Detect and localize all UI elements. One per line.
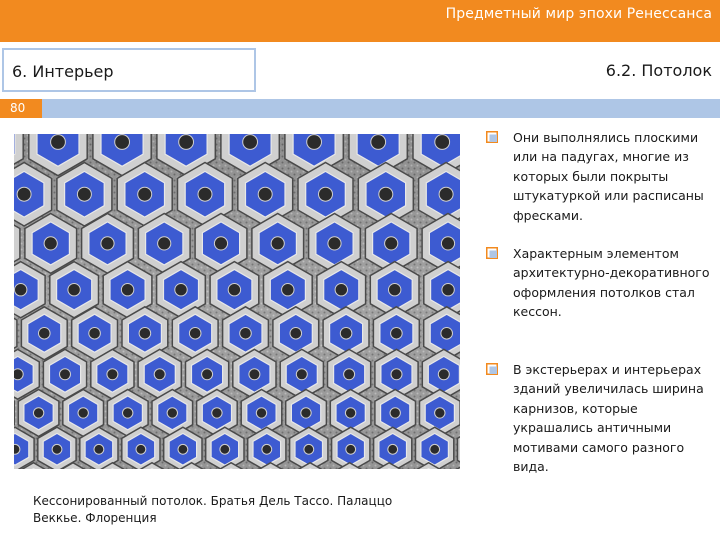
coffer-rosette (67, 283, 81, 297)
coffer-rosette (14, 368, 24, 381)
coffer-rosette (16, 186, 32, 202)
section-box: 6. Интерьер (2, 48, 256, 92)
coffer-rosette (76, 186, 92, 202)
coffer-rosette (437, 368, 450, 381)
coffer-rosette (434, 407, 446, 419)
checkbox-bullet-icon (486, 131, 498, 143)
coffer-rosette (174, 283, 188, 297)
coffer-rosette (50, 134, 66, 150)
coffer-rosette (389, 407, 401, 419)
coffer-rosette (122, 407, 134, 419)
coffer-rosette (137, 186, 153, 202)
section-title: 6. Интерьер (12, 62, 114, 81)
coffer-rosette (211, 407, 223, 419)
coffer-rosette (219, 443, 231, 455)
coffer-rosette (157, 236, 172, 251)
coffer-rosette (261, 443, 273, 455)
bullet-text-2: Характерным элементом архитектурно-декор… (513, 246, 710, 320)
coffer-rosette (59, 368, 71, 381)
slide: Предметный мир эпохи Ренессанса 6. Интер… (0, 0, 720, 540)
coffer-rosette (387, 443, 399, 455)
top-banner: Предметный мир эпохи Ренессанса (0, 0, 720, 42)
coffer-rosette (339, 327, 353, 340)
presentation-title: Предметный мир эпохи Ренессанса (445, 6, 712, 22)
coffer-rosette (300, 407, 312, 419)
coffer-rosette (43, 236, 58, 251)
coffer-rosette (227, 283, 242, 297)
coffer-rosette (178, 134, 195, 150)
coffer-rosette (32, 407, 45, 419)
coffer-rosette (239, 327, 252, 340)
coffer-rosette (51, 443, 63, 455)
coffer-rosette (344, 407, 357, 419)
coffer-rosette (100, 236, 115, 251)
coffer-rosette (441, 283, 455, 297)
coffer-rosette (197, 186, 213, 202)
coffer-rosette (390, 327, 403, 340)
coffered-ceiling-illustration (14, 134, 460, 469)
coffer-rosette (135, 443, 147, 455)
coffer-rosette (270, 236, 285, 251)
coffer-rosette (120, 283, 135, 297)
header-rule (42, 99, 720, 118)
coffer-rosette (38, 327, 51, 340)
coffered-ceiling-photo (14, 134, 460, 469)
bullet-text-3: В экстерьерах и интерьерах зданий увелич… (513, 362, 704, 475)
coffer-rosette (153, 368, 166, 381)
slide-number: 80 (0, 99, 42, 118)
coffer-rosette (345, 443, 357, 455)
coffer-rosette (114, 134, 130, 150)
bullet-text-1: Они выполнялись плоскими или на падугах,… (513, 130, 704, 223)
coffer-rosette (166, 407, 179, 419)
coffer-rosette (318, 186, 333, 202)
subsection-title: 6.2. Потолок (605, 61, 712, 80)
checkbox-bullet-icon (486, 363, 498, 375)
coffer-rosette (77, 407, 89, 419)
coffer-rosette (281, 283, 295, 297)
coffer-rosette (384, 236, 399, 251)
coffer-rosette (434, 134, 451, 150)
coffer-rosette (289, 327, 303, 340)
slide-number-bar: 80 (0, 99, 720, 118)
coffer-rosette (138, 327, 152, 340)
coffer-rosette (88, 327, 101, 340)
coffer-rosette (334, 283, 348, 297)
coffer-rosette (327, 236, 342, 251)
coffer-rosette (438, 186, 454, 202)
coffer-rosette (388, 283, 402, 297)
coffer-rosette (440, 236, 456, 251)
coffer-rosette (213, 236, 229, 251)
coffer-rosette (440, 327, 454, 340)
coffer-rosette (177, 443, 189, 455)
coffer-rosette (295, 368, 308, 381)
image-caption: Кессонированный потолок. Братья Дель Тас… (33, 494, 393, 525)
coffer-rosette (370, 134, 387, 150)
coffer-rosette (303, 443, 315, 455)
coffer-rosette (257, 186, 273, 202)
coffer-rosette (14, 443, 21, 455)
coffer-rosette (106, 368, 119, 381)
coffer-rosette (93, 443, 105, 455)
coffer-rosette (306, 134, 323, 150)
checkbox-bullet-icon (486, 247, 498, 259)
coffer-rosette (248, 368, 261, 381)
coffer-rosette (188, 327, 202, 340)
coffer-rosette (390, 368, 403, 381)
coffer-rosette (242, 134, 259, 150)
coffer-rosette (255, 407, 268, 419)
coffer-rosette (343, 368, 356, 381)
coffer-rosette (429, 443, 441, 455)
coffer-rosette (14, 283, 28, 297)
coffer-rosette (201, 368, 214, 381)
coffer-rosette (378, 186, 394, 202)
